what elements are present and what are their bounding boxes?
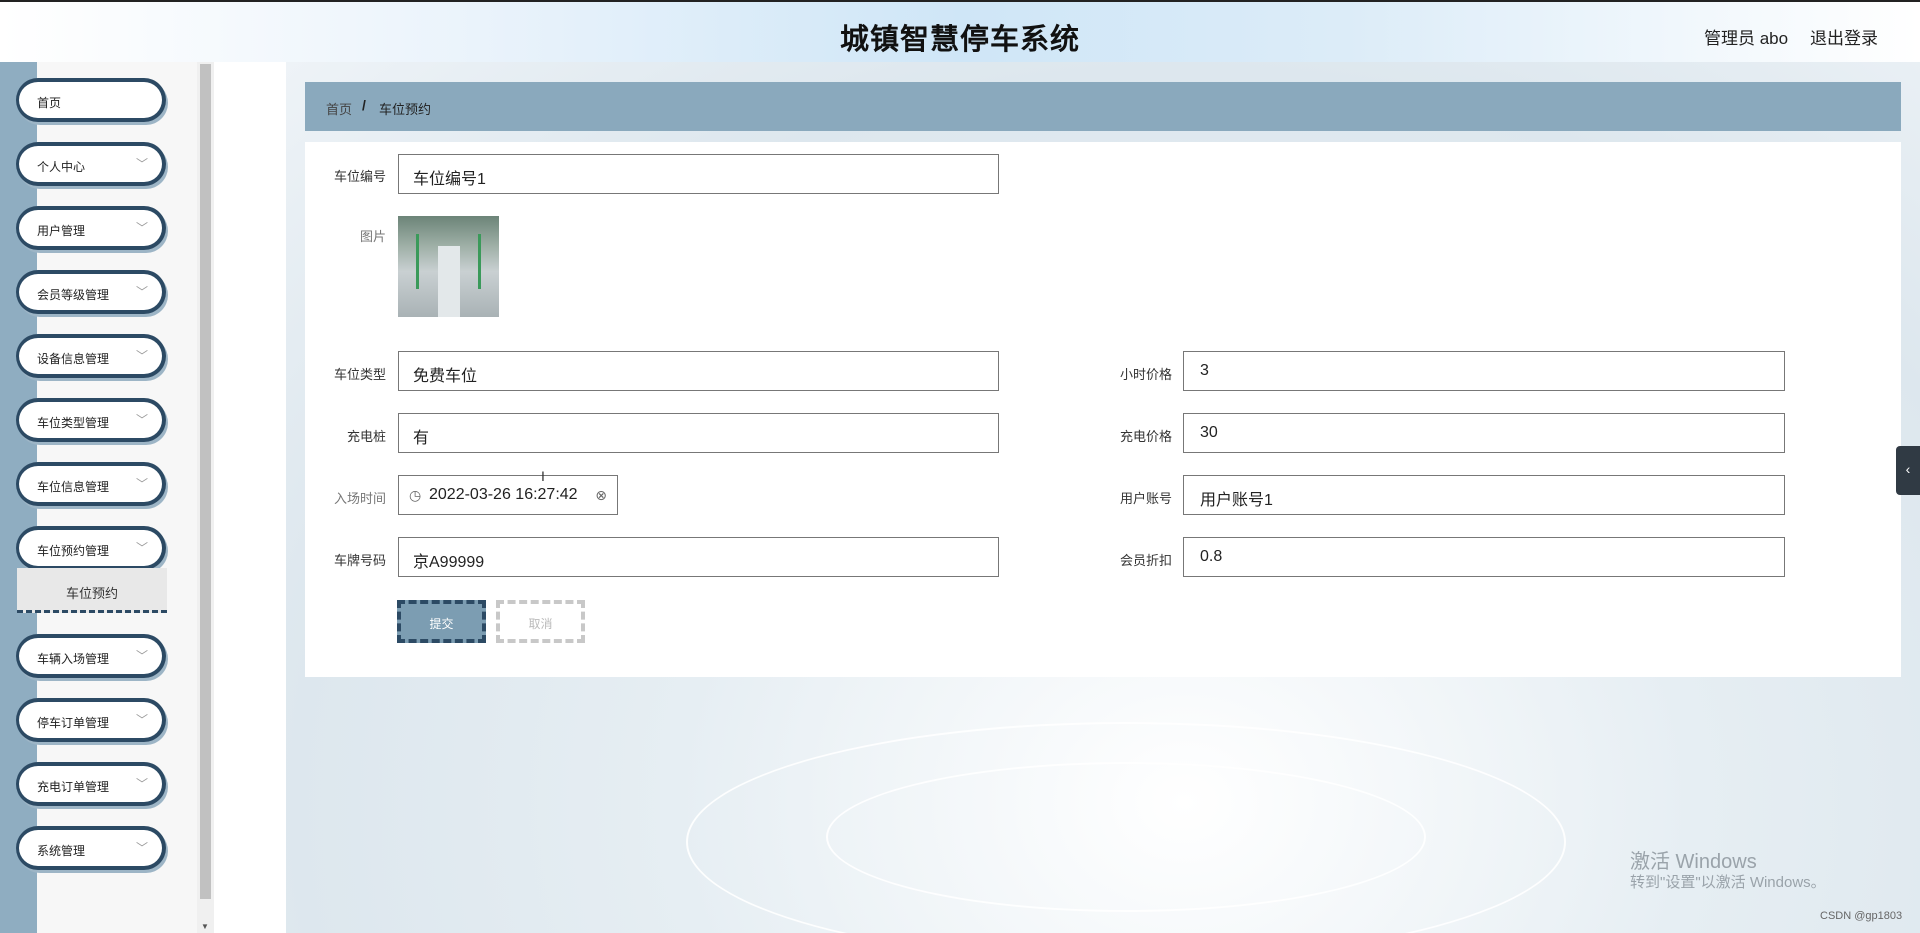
sidebar-item-charge-orders[interactable]: 充电订单管理 ﹀ [16, 762, 166, 806]
hour-price-label: 小时价格 [1119, 367, 1172, 382]
member-discount-label: 会员折扣 [1119, 553, 1172, 568]
user-account-label: 用户账号 [1119, 491, 1172, 506]
sidebar-item-label: 车位预约管理 [37, 544, 110, 558]
entry-time-picker[interactable]: ◷ 2022-03-26 16:27:42 ⊗ [398, 475, 618, 515]
breadcrumb-current: 车位预约 [379, 102, 432, 117]
space-no-label: 车位编号 [333, 169, 386, 184]
photo-lane [438, 246, 460, 317]
sidebar-item-label: 车位信息管理 [37, 480, 110, 494]
space-no-field[interactable]: 车位编号1 [398, 154, 999, 194]
activate-windows-hint: 转到"设置"以激活 Windows。 [1630, 874, 1826, 891]
sidebar-item-space-type[interactable]: 车位类型管理 ﹀ [16, 398, 166, 442]
charge-price-field[interactable]: 30 [1183, 413, 1785, 453]
sidebar-item-user-management[interactable]: 用户管理 ﹀ [16, 206, 166, 250]
chevron-down-icon: ﹀ [135, 713, 148, 727]
plate-label: 车牌号码 [333, 553, 386, 568]
member-discount-field[interactable]: 0.8 [1183, 537, 1785, 577]
chevron-down-icon: ﹀ [135, 221, 148, 235]
sidebar-item-device-info[interactable]: 设备信息管理 ﹀ [16, 334, 166, 378]
chevron-down-icon: ﹀ [135, 285, 148, 299]
chevron-down-icon: ﹀ [135, 157, 148, 171]
sidebar-item-label: 会员等级管理 [37, 288, 110, 302]
text-cursor-icon: I [541, 468, 545, 484]
clear-icon[interactable]: ⊗ [595, 487, 607, 504]
sidebar-item-reservation[interactable]: 车位预约管理 ﹀ [16, 526, 166, 570]
chevron-down-icon: ﹀ [135, 777, 148, 791]
sidebar-item-label: 首页 [37, 96, 62, 110]
sidebar-item-label: 车位类型管理 [37, 416, 110, 430]
sidebar-item-label: 设备信息管理 [37, 352, 110, 366]
space-type-field[interactable]: 免费车位 [398, 351, 999, 391]
photo-post [478, 234, 481, 289]
app-title: 城镇智慧停车系统 [839, 24, 1080, 56]
activate-windows-title: 激活 Windows [1630, 851, 1757, 873]
user-account-field[interactable]: 用户账号1 [1183, 475, 1785, 515]
content-gutter [214, 62, 286, 933]
top-header: 城镇智慧停车系统 管理员 abo 退出登录 [0, 0, 1920, 62]
chevron-down-icon: ﹀ [135, 349, 148, 363]
chevron-down-icon: ﹀ [135, 413, 148, 427]
charger-field[interactable]: 有 [398, 413, 999, 453]
chevron-down-icon: ﹀ [135, 477, 148, 491]
sidebar-item-label: 充电订单管理 [37, 780, 110, 794]
space-type-label: 车位类型 [333, 367, 386, 382]
sidebar-item-member-level[interactable]: 会员等级管理 ﹀ [16, 270, 166, 314]
sidebar-item-space-info[interactable]: 车位信息管理 ﹀ [16, 462, 166, 506]
sidebar-item-vehicle-entry[interactable]: 车辆入场管理 ﹀ [16, 634, 166, 678]
hour-price-field[interactable]: 3 [1183, 351, 1785, 391]
sidebar-item-label: 用户管理 [37, 224, 86, 238]
plate-field[interactable]: 京A99999 [398, 537, 999, 577]
logout-link[interactable]: 退出登录 [1810, 24, 1878, 49]
sidebar-item-home[interactable]: 首页 [16, 78, 166, 122]
breadcrumb-separator: / [362, 97, 366, 113]
admin-label: 管理员 abo [1704, 29, 1789, 48]
csdn-watermark: CSDN @gp1803 [1820, 910, 1903, 922]
scrollbar-thumb[interactable] [200, 64, 211, 899]
sidebar-item-parking-orders[interactable]: 停车订单管理 ﹀ [16, 698, 166, 742]
entry-time-value: 2022-03-26 16:27:42 [429, 486, 578, 503]
scroll-down-arrow-icon[interactable]: ▼ [201, 922, 209, 931]
chevron-left-icon[interactable]: ‹ [1896, 446, 1920, 495]
charger-label: 充电桩 [346, 429, 386, 444]
sidebar-item-label: 停车订单管理 [37, 716, 110, 730]
sidebar-item-system[interactable]: 系统管理 ﹀ [16, 826, 166, 870]
image-label: 图片 [359, 229, 386, 244]
sidebar-item-label: 个人中心 [37, 160, 86, 174]
chevron-down-icon: ﹀ [135, 541, 148, 555]
cancel-button[interactable]: 取消 [496, 600, 585, 643]
sidebar-item-label: 车辆入场管理 [37, 652, 110, 666]
breadcrumb: 首页 / 车位预约 [305, 82, 1901, 131]
sidebar-scrollbar[interactable]: ▼ [197, 62, 214, 933]
decor-ring [826, 762, 1426, 912]
sidebar-item-label: 系统管理 [37, 844, 86, 858]
parking-photo[interactable] [398, 216, 499, 317]
sidebar-item-personal-center[interactable]: 个人中心 ﹀ [16, 142, 166, 186]
form-card [305, 142, 1901, 677]
submit-button[interactable]: 提交 [397, 600, 486, 643]
chevron-down-icon: ﹀ [135, 649, 148, 663]
photo-post [416, 234, 419, 289]
breadcrumb-home[interactable]: 首页 [326, 99, 352, 118]
chevron-down-icon: ﹀ [135, 841, 148, 855]
charge-price-label: 充电价格 [1119, 429, 1172, 444]
clock-icon: ◷ [409, 487, 422, 503]
entry-time-label: 入场时间 [333, 491, 386, 506]
submenu-item-reservation[interactable]: 车位预约 [17, 568, 167, 613]
